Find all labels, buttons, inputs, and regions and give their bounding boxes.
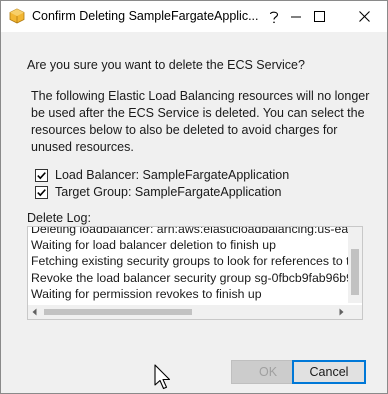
delete-log-textbox[interactable]: Deleting loadbalancer: arn:aws:elasticlo… — [27, 226, 363, 320]
info-line: be used after the ECS Service is deleted… — [31, 106, 365, 120]
checkmark-icon — [37, 171, 46, 179]
log-line: Waiting for permission revokes to finish… — [31, 286, 262, 301]
maximize-icon — [313, 11, 325, 22]
scrollbar-corner — [348, 305, 362, 319]
log-line: Revoke the load balancer security group … — [31, 270, 349, 285]
target-group-checkbox[interactable] — [35, 185, 48, 199]
scroll-right-arrow-icon[interactable] — [334, 305, 348, 319]
horizontal-scroll-thumb[interactable] — [44, 309, 192, 315]
info-line: resources below to also be deleted to av… — [31, 123, 338, 137]
vertical-scroll-thumb[interactable] — [351, 249, 359, 295]
package-icon — [9, 8, 25, 24]
confirm-question: Are you sure you want to delete the ECS … — [27, 58, 305, 72]
confirm-delete-dialog: Confirm Deleting SampleFargateApplic... … — [0, 0, 388, 394]
horizontal-scrollbar[interactable] — [28, 305, 348, 319]
load-balancer-checkbox-row[interactable]: Load Balancer: SampleFargateApplication — [35, 167, 289, 183]
load-balancer-checkbox[interactable] — [35, 168, 48, 182]
log-lines: Deleting loadbalancer: arn:aws:elasticlo… — [31, 226, 349, 302]
delete-log-label: Delete Log: — [27, 211, 91, 225]
vertical-scrollbar[interactable] — [348, 227, 362, 303]
window-title: Confirm Deleting SampleFargateApplic... — [32, 9, 259, 23]
close-icon — [358, 11, 370, 22]
log-line: Waiting for load balancer deletion to fi… — [31, 238, 276, 253]
info-text: The following Elastic Load Balancing res… — [31, 88, 376, 156]
cancel-button[interactable]: Cancel — [292, 360, 366, 384]
maximize-button[interactable] — [296, 1, 342, 32]
target-group-checkbox-row[interactable]: Target Group: SampleFargateApplication — [35, 184, 282, 200]
checkmark-icon — [37, 188, 46, 196]
scroll-left-arrow-icon[interactable] — [28, 305, 42, 319]
mouse-pointer-icon — [154, 364, 171, 390]
log-line: Deleting loadbalancer: arn:aws:elasticlo… — [31, 226, 349, 236]
title-bar[interactable]: Confirm Deleting SampleFargateApplic... — [1, 1, 387, 32]
log-line: Fetching existing security groups to loo… — [31, 254, 349, 269]
target-group-checkbox-label: Target Group: SampleFargateApplication — [55, 185, 282, 199]
close-button[interactable] — [341, 1, 387, 32]
info-line: unused resources. — [31, 140, 134, 154]
info-line: The following Elastic Load Balancing res… — [31, 89, 370, 103]
load-balancer-checkbox-label: Load Balancer: SampleFargateApplication — [55, 168, 290, 182]
